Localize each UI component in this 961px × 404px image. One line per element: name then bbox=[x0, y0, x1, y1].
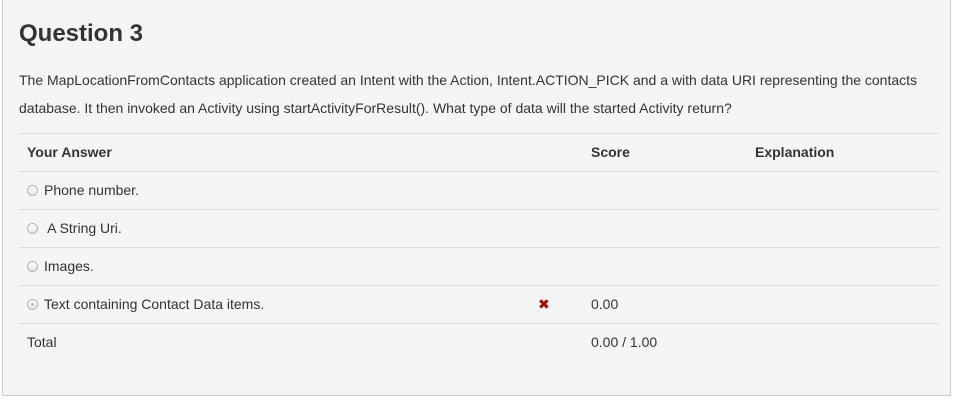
total-label: Total bbox=[27, 334, 57, 350]
question-title: Question 3 bbox=[19, 20, 144, 47]
total-row: Total 0.00 / 1.00 bbox=[19, 323, 939, 361]
header-your-answer: Your Answer bbox=[27, 144, 112, 160]
x-mark-icon: ✖ bbox=[538, 296, 550, 312]
table-header-row: Your Answer Score Explanation bbox=[19, 133, 939, 171]
question-text: The MapLocationFromContacts application … bbox=[19, 72, 918, 116]
radio-button-icon[interactable] bbox=[27, 298, 38, 310]
answer-option-row: Images. bbox=[19, 247, 939, 285]
header-explanation: Explanation bbox=[755, 144, 835, 160]
answer-option-row: A String Uri. bbox=[19, 209, 939, 247]
answer-option-label: Images. bbox=[44, 258, 94, 274]
answer-option-row-selected: Text containing Contact Data items. ✖ 0.… bbox=[19, 285, 939, 323]
answer-table: Your Answer Score Explanation Phone numb… bbox=[19, 133, 939, 361]
radio-button-icon[interactable] bbox=[27, 260, 38, 272]
answer-option: Phone number. bbox=[27, 172, 139, 209]
answer-option: A String Uri. bbox=[27, 210, 122, 247]
radio-button-icon[interactable] bbox=[27, 184, 38, 196]
answer-option-label: Text containing Contact Data items. bbox=[44, 296, 265, 312]
answer-option-label: Phone number. bbox=[44, 182, 139, 198]
question-panel: Question 3 The MapLocationFromContacts a… bbox=[2, 0, 951, 396]
answer-option: Text containing Contact Data items. bbox=[27, 286, 264, 323]
answer-option-label: A String Uri. bbox=[44, 220, 122, 236]
answer-option-row: Phone number. bbox=[19, 171, 939, 209]
header-score: Score bbox=[591, 144, 630, 160]
radio-button-icon[interactable] bbox=[27, 222, 38, 234]
option-score: 0.00 bbox=[591, 296, 619, 312]
total-score: 0.00 / 1.00 bbox=[591, 334, 658, 350]
answer-option: Images. bbox=[27, 248, 94, 285]
